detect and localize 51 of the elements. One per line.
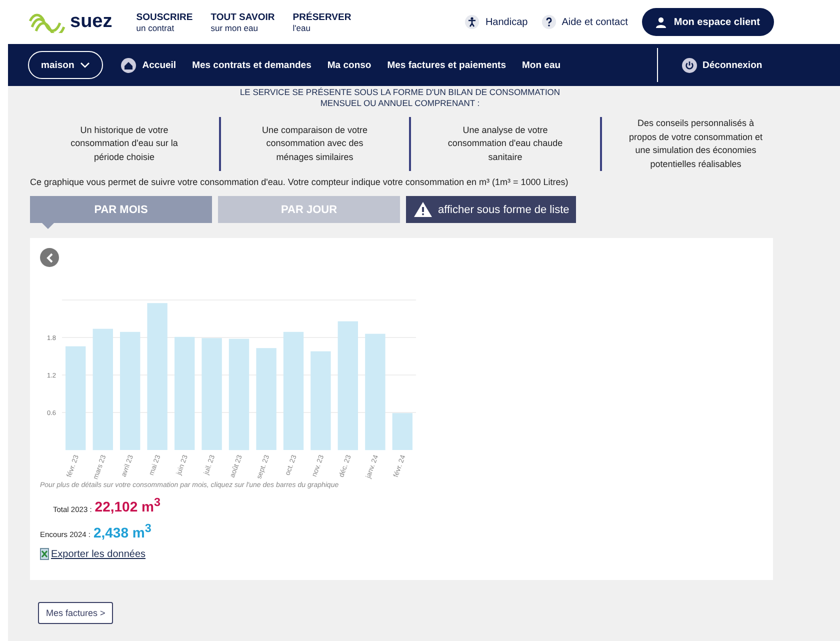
nav-link[interactable]: Mes contrats et demandes — [192, 60, 312, 70]
chevron-left-icon — [46, 252, 54, 262]
list-view-button[interactable]: afficher sous forme de liste — [406, 196, 576, 223]
chart-bar[interactable] — [310, 351, 331, 450]
previous-button[interactable] — [40, 248, 59, 267]
menu-subtitle[interactable]: l'eau — [292, 22, 352, 32]
chart-bar[interactable] — [120, 332, 140, 450]
total-value: 22,102 m$^{3}$ — [94, 496, 160, 515]
feature-text: Une analyse de votre consommation d'eau chaude sanitaire — [446, 124, 564, 164]
feature-text: Des conseils personnalisés à propos de votre consommation et une simulation des économies potentielles réalisables — [628, 117, 764, 171]
menu-title[interactable]: PRÉSERVER — [292, 12, 352, 22]
account-button[interactable]: Mon espace client — [642, 8, 774, 36]
spreadsheet-icon — [40, 548, 49, 560]
header-link[interactable]: Aide et contact — [562, 16, 628, 28]
power-icon — [682, 58, 697, 72]
chart-bar[interactable] — [283, 332, 304, 450]
menu-title[interactable]: SOUSCRIRE — [136, 12, 193, 22]
nav-link[interactable]: Mon eau — [522, 60, 561, 70]
chart-bar[interactable] — [174, 336, 195, 450]
total-value: 2,438 m$^{3}$ — [93, 522, 152, 540]
home-icon — [121, 58, 136, 72]
chart-bar[interactable] — [228, 338, 250, 450]
nav-link[interactable]: Ma conso — [327, 60, 372, 70]
chart-bar[interactable] — [392, 413, 412, 450]
chart-bar[interactable] — [92, 328, 113, 450]
home-select[interactable]: maison — [28, 51, 104, 79]
logo-icon — [28, 11, 68, 33]
nav-link[interactable]: Accueil — [142, 60, 176, 70]
nav-link[interactable]: Mes factures et paiements — [387, 60, 506, 70]
chart-description: Ce graphique vous permet de suivre votre consommation d'eau. Votre compteur indique votre consommation en m³ (1m³ = 1000 Litres) — [30, 177, 570, 187]
warning-icon — [413, 201, 433, 218]
feature-text: Une comparaison de votre consommation avec des ménages similaires — [260, 124, 369, 164]
section-heading: LE SERVICE SE PRÉSENTE SOUS LA FORME D'UN BILAN DE CONSOMMATION MENSUEL OU ANNUEL COMPRENANT : — [238, 86, 562, 109]
user-icon — [656, 16, 666, 28]
chart-bar[interactable] — [147, 303, 168, 450]
menu-subtitle[interactable]: sur mon eau — [210, 22, 275, 32]
chevron-down-icon — [80, 62, 90, 68]
invoices-button[interactable]: Mes factures > — [38, 602, 114, 624]
chart-bar[interactable] — [66, 346, 86, 450]
chart-bar[interactable] — [256, 348, 276, 450]
tab-pointer-icon — [42, 223, 54, 229]
feature-text: Un historique de votre consommation d'eau sur la période choisie — [70, 124, 179, 164]
menu-title[interactable]: TOUT SAVOIR — [210, 12, 275, 22]
chart-bar[interactable] — [338, 321, 358, 450]
logo-text[interactable]: suez — [70, 11, 112, 33]
header-link[interactable]: Handicap — [485, 16, 528, 28]
chart-bar[interactable] — [365, 334, 386, 450]
chart-bar[interactable] — [202, 338, 222, 450]
menu-subtitle[interactable]: un contrat — [136, 22, 193, 32]
export-link[interactable]: Exporter les données — [51, 548, 146, 560]
logout-link[interactable]: Déconnexion — [702, 60, 762, 70]
